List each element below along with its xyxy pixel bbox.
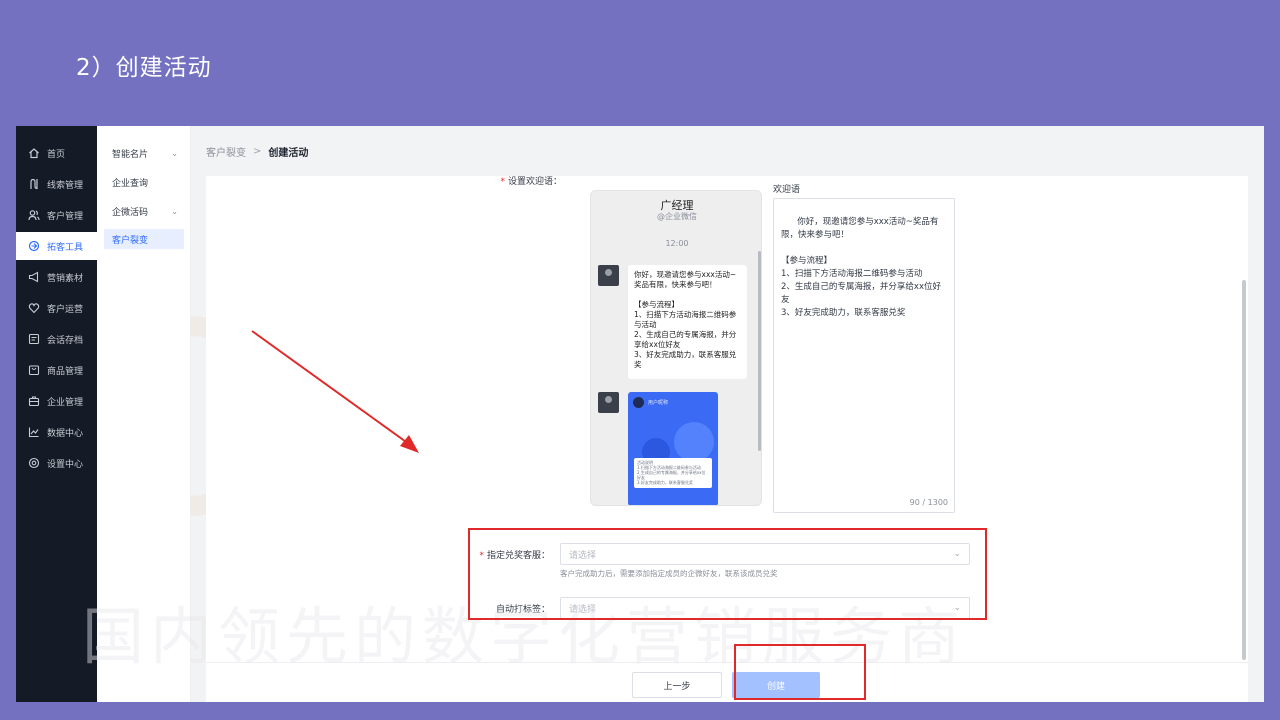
chevron-down-icon: ⌄ xyxy=(171,148,178,158)
menu-item-products[interactable]: 商品管理 xyxy=(16,356,97,384)
settings-icon xyxy=(28,457,40,469)
welcome-setting-label: * 设置欢迎语： xyxy=(500,177,562,187)
users-icon xyxy=(28,209,40,221)
bag-icon xyxy=(28,364,40,376)
menu-label: 会话存档 xyxy=(47,335,84,346)
menu-item-settings[interactable]: 设置中心 xyxy=(16,449,97,477)
menu-item-marketing-assets[interactable]: 营销素材 xyxy=(16,263,97,291)
menu-label: 首页 xyxy=(47,149,66,160)
submenu-item-smart-card[interactable]: 智能名片 ⌄ xyxy=(104,143,184,163)
chat-archive-icon xyxy=(28,333,40,345)
menu-label: 客户管理 xyxy=(47,211,84,222)
sub-menu: 智能名片 ⌄ 企业查询 企微活码 ⌄ 客户裂变 xyxy=(97,126,191,702)
avatar xyxy=(598,392,619,413)
breadcrumb-parent[interactable]: 客户裂变 xyxy=(206,144,246,159)
previous-step-button[interactable]: 上一步 xyxy=(632,672,722,698)
phone-preview: 广经理 @企业微信 12:00 你好，现邀请您参与xxx活动~奖品有限，快来参与… xyxy=(590,190,762,506)
home-icon xyxy=(28,147,40,159)
welcome-message-bubble: 你好，现邀请您参与xxx活动~奖品有限，快来参与吧！ 【参与流程】 1、扫描下方… xyxy=(628,265,747,379)
message-time: 12:00 xyxy=(665,239,689,248)
tool-icon xyxy=(28,240,40,252)
menu-item-data-center[interactable]: 数据中心 xyxy=(16,418,97,446)
highlight-box-create-button xyxy=(734,644,866,700)
submenu-item-live-code[interactable]: 企微活码 ⌄ xyxy=(104,201,184,221)
menu-label: 拓客工具 xyxy=(47,242,84,253)
slide-title: 2）创建活动 xyxy=(76,55,212,81)
app-screenshot: 美畅互联 首页 线索管理 客户管理 拓客工具 营销素材 客户运营 会话存档 xyxy=(16,126,1264,702)
menu-label: 客户运营 xyxy=(47,304,84,315)
briefcase-icon xyxy=(28,395,40,407)
breadcrumb-separator: > xyxy=(253,146,262,157)
menu-item-leads[interactable]: 线索管理 xyxy=(16,170,97,198)
menu-item-home[interactable]: 首页 xyxy=(16,139,97,167)
menu-item-enterprise[interactable]: 企业管理 xyxy=(16,387,97,415)
poster-decoration xyxy=(674,422,714,462)
menu-item-chat-archive[interactable]: 会话存档 xyxy=(16,325,97,353)
poster-avatar xyxy=(633,397,644,408)
poster-nickname: 用户昵称 xyxy=(648,400,669,406)
breadcrumb: 客户裂变 > 创建活动 xyxy=(206,144,308,159)
submenu-label: 企微活码 xyxy=(112,207,149,218)
menu-label: 营销素材 xyxy=(47,273,84,284)
menu-label: 商品管理 xyxy=(47,366,84,377)
chart-icon xyxy=(28,426,40,438)
menu-label: 线索管理 xyxy=(47,180,84,191)
menu-label: 数据中心 xyxy=(47,428,84,439)
menu-item-customers[interactable]: 客户管理 xyxy=(16,201,97,229)
menu-label: 企业管理 xyxy=(47,397,84,408)
welcome-text-value: 你好，现邀请您参与xxx活动~奖品有限，快来参与吧！ 【参与流程】 1、扫描下方… xyxy=(781,217,941,318)
submenu-item-customer-fission[interactable]: 客户裂变 xyxy=(104,229,184,249)
page-scrollbar[interactable] xyxy=(1242,280,1246,660)
megaphone-icon xyxy=(28,271,40,283)
phone-scrollbar[interactable] xyxy=(758,251,761,451)
character-counter: 90 / 1300 xyxy=(909,498,948,507)
activity-poster-preview: 用户昵称 活动说明 1.扫描下方活动海报二维码参与活动 2.生成自己的专属海报，… xyxy=(628,392,718,505)
main-menu: 首页 线索管理 客户管理 拓客工具 营销素材 客户运营 会话存档 商品管理 企业… xyxy=(16,126,97,702)
menu-item-customer-ops[interactable]: 客户运营 xyxy=(16,294,97,322)
avatar xyxy=(598,265,619,286)
route-icon xyxy=(28,178,40,190)
footer-divider xyxy=(206,662,1248,663)
menu-item-acquisition-tools[interactable]: 拓客工具 xyxy=(16,232,97,260)
submenu-label: 企业查询 xyxy=(112,178,149,189)
welcome-text-label: 欢迎语 xyxy=(773,185,801,195)
highlight-box-form-fields xyxy=(468,528,987,620)
submenu-label: 客户裂变 xyxy=(112,235,149,246)
poster-info-card: 活动说明 1.扫描下方活动海报二维码参与活动 2.生成自己的专属海报，并分享给x… xyxy=(634,458,712,488)
breadcrumb-current: 创建活动 xyxy=(268,148,309,159)
contact-org: @企业微信 xyxy=(657,212,697,221)
heart-icon xyxy=(28,302,40,314)
welcome-text-input[interactable]: 你好，现邀请您参与xxx活动~奖品有限，快来参与吧！ 【参与流程】 1、扫描下方… xyxy=(773,198,955,513)
submenu-item-company-lookup[interactable]: 企业查询 xyxy=(104,172,184,192)
submenu-label: 智能名片 xyxy=(112,149,149,160)
form-card: * 设置欢迎语： 广经理 @企业微信 12:00 你好，现邀请您参与xxx活动~奖… xyxy=(206,176,1248,702)
menu-label: 设置中心 xyxy=(47,459,84,470)
chevron-down-icon: ⌄ xyxy=(171,206,178,216)
